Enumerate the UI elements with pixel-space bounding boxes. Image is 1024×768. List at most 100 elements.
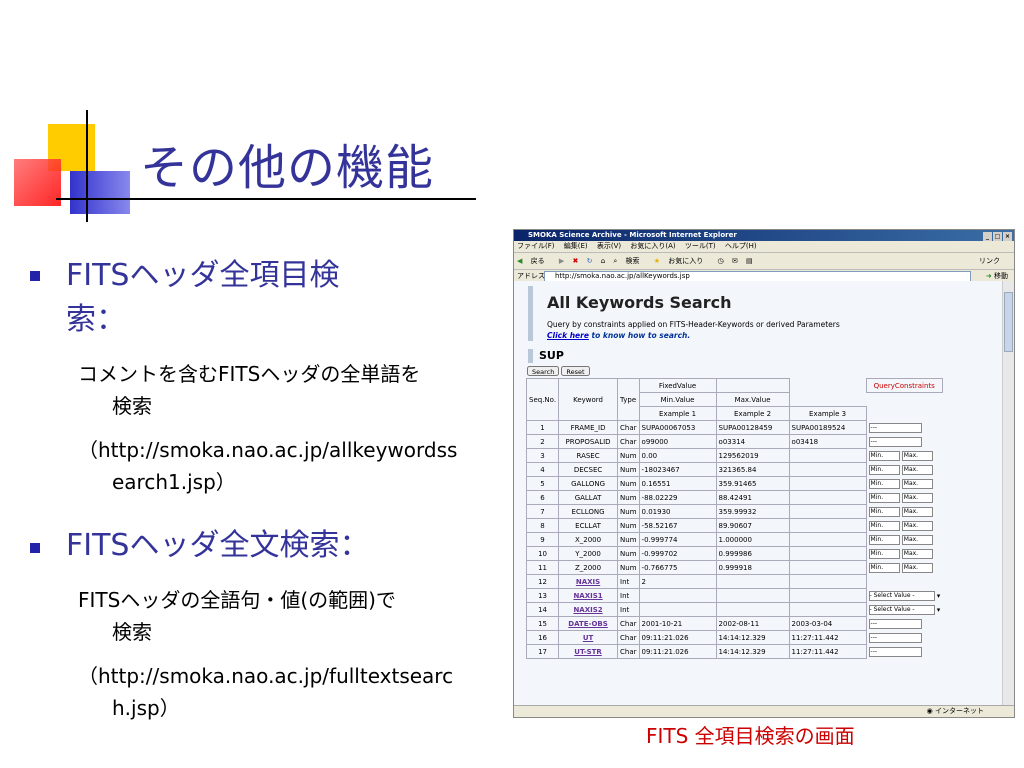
col-keyword-header: Keyword bbox=[558, 378, 619, 421]
menu-item-help[interactable]: ヘルプ(H) bbox=[725, 242, 757, 250]
cell-query: --- bbox=[866, 421, 942, 435]
fixed-value-input[interactable]: --- bbox=[868, 436, 922, 447]
fixed-value-input[interactable]: --- bbox=[868, 422, 922, 433]
page-heading: All Keywords Search bbox=[547, 293, 732, 312]
cell-type: Num bbox=[617, 448, 640, 463]
maximize-icon[interactable]: □ bbox=[993, 232, 1002, 241]
cell-example-3 bbox=[788, 574, 867, 589]
screenshot-caption: FITS 全項目検索の画面 bbox=[646, 724, 855, 748]
stop-icon[interactable]: ✖ bbox=[572, 257, 578, 265]
cell-seq: 11 bbox=[525, 560, 560, 575]
fixed-value-input[interactable]: --- bbox=[868, 618, 922, 629]
menu-item-favorites[interactable]: お気に入り(A) bbox=[630, 242, 675, 250]
search-button-page[interactable]: Search bbox=[527, 366, 560, 376]
favorites-button[interactable]: ★ お気に入り bbox=[654, 257, 710, 265]
max-value-input[interactable]: Max. bbox=[901, 478, 933, 489]
max-value-input[interactable]: Max. bbox=[901, 548, 933, 559]
min-value-input[interactable]: Min. bbox=[868, 548, 900, 559]
min-value-input[interactable]: Min. bbox=[868, 478, 900, 489]
decor-red-square bbox=[14, 159, 61, 206]
cell-example-1: 0.01930 bbox=[638, 504, 717, 519]
cell-example-2 bbox=[715, 602, 790, 617]
min-value-input[interactable]: Min. bbox=[868, 450, 900, 461]
max-value-input[interactable]: Max. bbox=[901, 562, 933, 573]
cell-keyword[interactable]: UT bbox=[558, 630, 619, 645]
chevron-down-icon: ▾ bbox=[934, 591, 941, 600]
cell-example-3 bbox=[788, 476, 867, 491]
cell-keyword[interactable]: NAXIS2 bbox=[558, 602, 619, 617]
cell-example-1: o99000 bbox=[638, 434, 717, 449]
bullet-url: （http://smoka.nao.ac.jp/fulltextsearc h.… bbox=[78, 664, 454, 720]
fixed-value-input[interactable]: --- bbox=[868, 646, 922, 657]
max-value-input[interactable]: Max. bbox=[901, 492, 933, 503]
cell-query bbox=[866, 575, 942, 589]
browser-titlebar: SMOKA Science Archive - Microsoft Intern… bbox=[514, 230, 1014, 241]
cell-query: Min. Max. bbox=[866, 463, 942, 477]
refresh-icon[interactable]: ↻ bbox=[587, 257, 593, 265]
cell-example-2 bbox=[715, 588, 790, 603]
print-icon[interactable]: ▤ bbox=[746, 257, 753, 265]
reset-button[interactable]: Reset bbox=[561, 366, 590, 376]
max-value-input[interactable]: Max. bbox=[901, 520, 933, 531]
forward-icon[interactable]: ▶ bbox=[559, 257, 564, 265]
fixed-value-input[interactable]: --- bbox=[868, 632, 922, 643]
mail-icon[interactable]: ✉ bbox=[732, 257, 738, 265]
cell-seq: 5 bbox=[525, 476, 560, 491]
value-select[interactable]: - Select Value - bbox=[868, 604, 935, 615]
table-row: 6 GALLAT Num -88.02229 88.42491 Min. Max. bbox=[525, 490, 943, 505]
max-value-input[interactable]: Max. bbox=[901, 464, 933, 475]
cell-keyword: GALLAT bbox=[558, 490, 619, 505]
table-row: 8 ECLLAT Num -58.52167 89.90607 Min. Max. bbox=[525, 518, 943, 533]
home-icon[interactable]: ⌂ bbox=[601, 257, 605, 265]
menu-item-file[interactable]: ファイル(F) bbox=[517, 242, 555, 250]
cell-keyword[interactable]: NAXIS1 bbox=[558, 588, 619, 603]
min-value-input[interactable]: Min. bbox=[868, 534, 900, 545]
cell-example-3 bbox=[788, 546, 867, 561]
cell-keyword: GALLONG bbox=[558, 476, 619, 491]
cell-example-2: 14:14:12.329 bbox=[715, 644, 790, 659]
cell-keyword: RASEC bbox=[558, 448, 619, 463]
menu-item-view[interactable]: 表示(V) bbox=[597, 242, 621, 250]
cell-type: Num bbox=[617, 462, 640, 477]
table-row: 11 Z_2000 Num -0.766775 0.999918 Min. Max. bbox=[525, 560, 943, 575]
min-value-input[interactable]: Min. bbox=[868, 492, 900, 503]
menu-item-tools[interactable]: ツール(T) bbox=[685, 242, 716, 250]
max-value-input[interactable]: Max. bbox=[901, 450, 933, 461]
max-value-input[interactable]: Max. bbox=[901, 506, 933, 517]
help-link[interactable]: Click here to know how to search. bbox=[547, 331, 690, 340]
close-icon[interactable]: × bbox=[1003, 232, 1012, 241]
cell-example-1: 0.00 bbox=[638, 448, 717, 463]
cell-type: Char bbox=[617, 420, 640, 435]
cell-example-3 bbox=[788, 588, 867, 603]
max-value-input[interactable]: Max. bbox=[901, 534, 933, 545]
back-button[interactable]: ◀ 戻る bbox=[517, 257, 551, 265]
value-select[interactable]: - Select Value - bbox=[868, 590, 935, 601]
cell-seq: 10 bbox=[525, 546, 560, 561]
cell-keyword: ECLLAT bbox=[558, 518, 619, 533]
min-value-input[interactable]: Min. bbox=[868, 506, 900, 517]
browser-window: SMOKA Science Archive - Microsoft Intern… bbox=[513, 229, 1015, 718]
col-min-header: Min.Value bbox=[638, 392, 717, 407]
scrollbar-thumb[interactable] bbox=[1004, 292, 1013, 352]
cell-example-3 bbox=[788, 490, 867, 505]
cell-keyword[interactable]: NAXIS bbox=[558, 574, 619, 589]
col-type-header: Type bbox=[617, 378, 640, 421]
menu-item-edit[interactable]: 編集(E) bbox=[564, 242, 588, 250]
cell-example-2: 0.999918 bbox=[715, 560, 790, 575]
min-value-input[interactable]: Min. bbox=[868, 562, 900, 573]
links-label[interactable]: リンク bbox=[979, 253, 1000, 269]
cell-keyword[interactable]: DATE-OBS bbox=[558, 616, 619, 631]
cell-type: Num bbox=[617, 546, 640, 561]
min-value-input[interactable]: Min. bbox=[868, 464, 900, 475]
col-seq-header: Seq.No. bbox=[525, 378, 560, 421]
search-button[interactable]: ⌕ 検索 bbox=[613, 257, 645, 265]
cell-example-1: SUPA00067053 bbox=[638, 420, 717, 435]
table-row: 5 GALLONG Num 0.16551 359.91465 Min. Max. bbox=[525, 476, 943, 491]
table-row: 4 DECSEC Num -18023467 321365.84 Min. Max. bbox=[525, 462, 943, 477]
history-icon[interactable]: ◷ bbox=[718, 257, 724, 265]
cell-keyword[interactable]: UT-STR bbox=[558, 644, 619, 659]
cell-seq: 1 bbox=[525, 420, 560, 435]
minimize-icon[interactable]: _ bbox=[983, 232, 992, 241]
cell-query: --- bbox=[866, 617, 942, 631]
min-value-input[interactable]: Min. bbox=[868, 520, 900, 531]
